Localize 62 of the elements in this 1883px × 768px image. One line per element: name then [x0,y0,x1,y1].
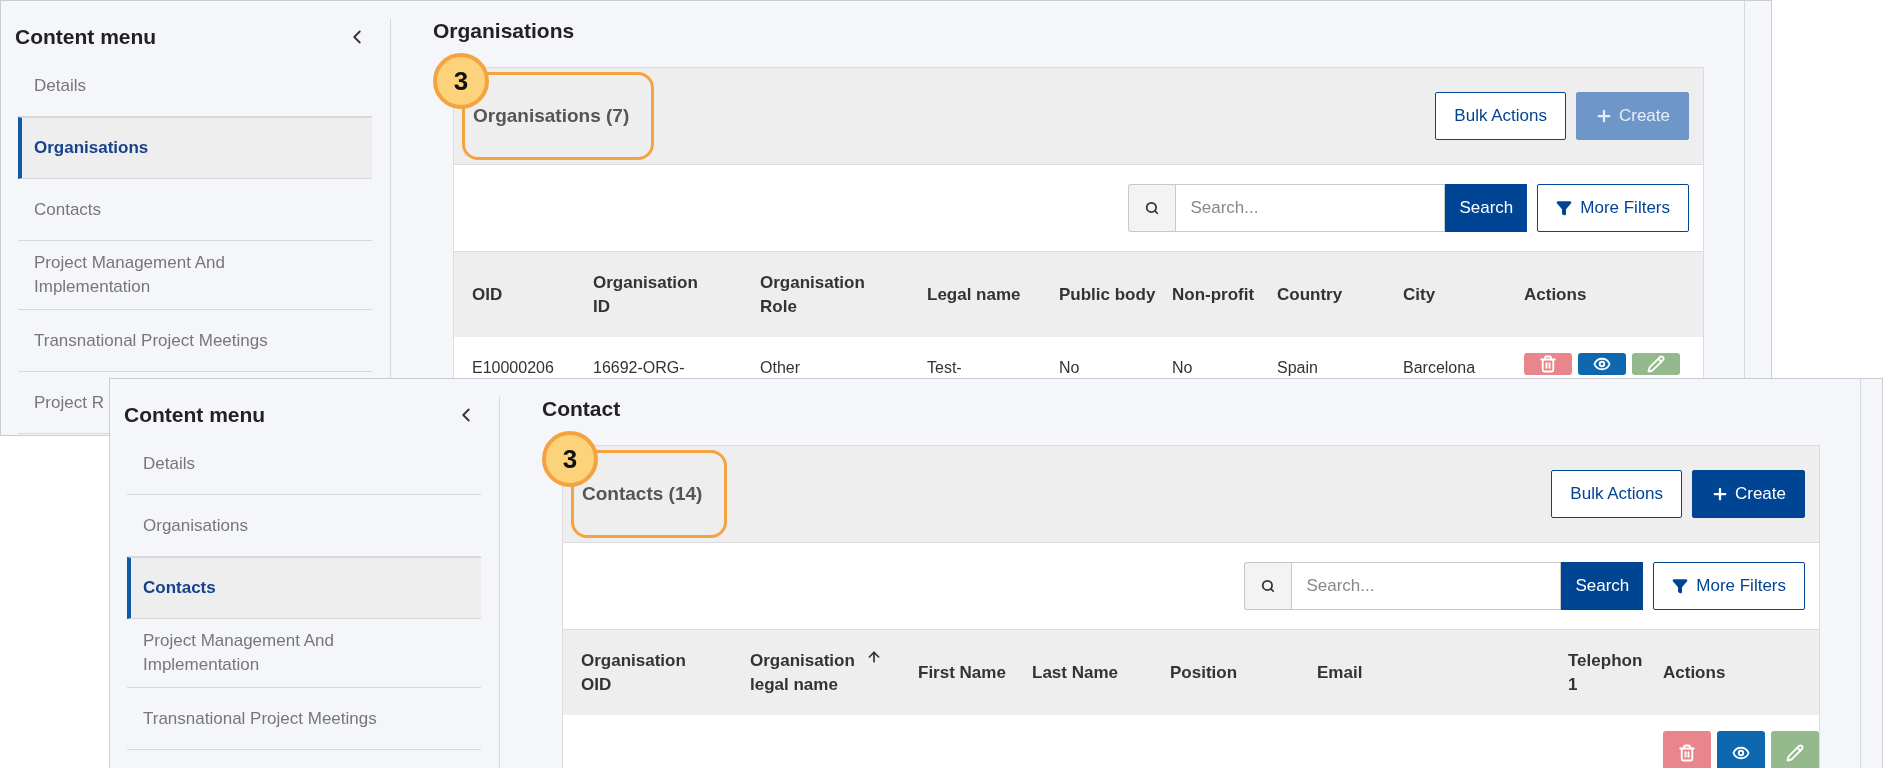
menu-item[interactable]: Contacts [127,557,481,619]
pencil-icon [1647,355,1665,373]
content-menu-title: Content menu [124,403,266,427]
menu-item[interactable]: Contacts [18,179,372,241]
filter-icon [1672,578,1689,594]
menu-item[interactable]: Transnational Project Meetings [127,688,481,750]
column-header[interactable]: Telephon 1 [1568,648,1663,697]
create-button[interactable]: Create [1691,470,1805,518]
search-button[interactable]: Search [1445,184,1528,232]
menu-item[interactable]: Project Management And Implementation [127,619,481,688]
page-title: Contact [542,397,622,422]
search-icon [1244,562,1292,610]
bulk-actions-button[interactable]: Bulk Actions [1435,92,1566,140]
table-cell-text: No [1172,358,1194,378]
column-header[interactable]: Organisation legal name [750,648,918,697]
column-header[interactable]: Organisation Role [760,270,927,319]
menu-item[interactable]: Organisations [18,117,372,179]
column-header[interactable]: OID [472,282,593,307]
page-title: Organisations [433,19,576,44]
menu-item[interactable]: Project Management And Implementation [18,241,372,310]
filter-icon [1556,200,1573,216]
callout-badge: 3 [542,431,598,487]
column-header[interactable]: Email [1317,660,1568,685]
delete-button[interactable] [1524,353,1572,375]
column-header[interactable]: City [1403,282,1524,307]
column-header[interactable]: Legal name [927,282,1059,307]
column-header[interactable]: Actions [1524,282,1703,307]
column-header[interactable]: Organisation OID [581,648,750,697]
view-button[interactable] [1578,353,1626,375]
search-button[interactable]: Search [1561,562,1644,610]
table-cell-text: No [1059,358,1081,378]
table-cell-text: 16692-ORG- [593,358,686,378]
column-header[interactable]: Last Name [1032,660,1170,685]
table-cell-text: Spain [1277,358,1319,378]
search-icon [1128,184,1176,232]
bulk-actions-button[interactable]: Bulk Actions [1551,470,1682,518]
trash-icon [1678,744,1696,762]
callout-badge: 3 [433,53,489,109]
table-cell-text: Test- [927,358,963,378]
content-menu-title: Content menu [15,25,157,49]
search-field[interactable]: Search... [1291,562,1562,610]
column-header[interactable]: Actions [1663,660,1819,685]
search-field[interactable]: Search... [1175,184,1446,232]
more-filters-button[interactable]: More Filters [1537,184,1689,232]
column-header[interactable]: Non-profit [1172,282,1277,307]
column-header[interactable]: Country [1277,282,1403,307]
column-header[interactable]: Public body [1059,282,1172,307]
eye-icon [1593,355,1611,373]
trash-icon [1539,355,1557,373]
eye-icon [1732,744,1750,762]
menu-item[interactable]: Transnational Project Meetings [18,310,372,372]
column-header[interactable]: Organisation ID [593,270,760,319]
column-header[interactable]: Position [1170,660,1317,685]
pencil-icon [1786,744,1804,762]
table-cell-text: Barcelona [1403,358,1477,378]
table-cell-text: E10000206 [472,358,555,378]
more-filters-button[interactable]: More Filters [1653,562,1805,610]
column-header[interactable]: First Name [918,660,1032,685]
menu-item[interactable]: Details [127,433,481,495]
view-button[interactable] [1717,731,1765,768]
delete-button[interactable] [1663,731,1711,768]
table-cell-text: Other [760,358,801,378]
